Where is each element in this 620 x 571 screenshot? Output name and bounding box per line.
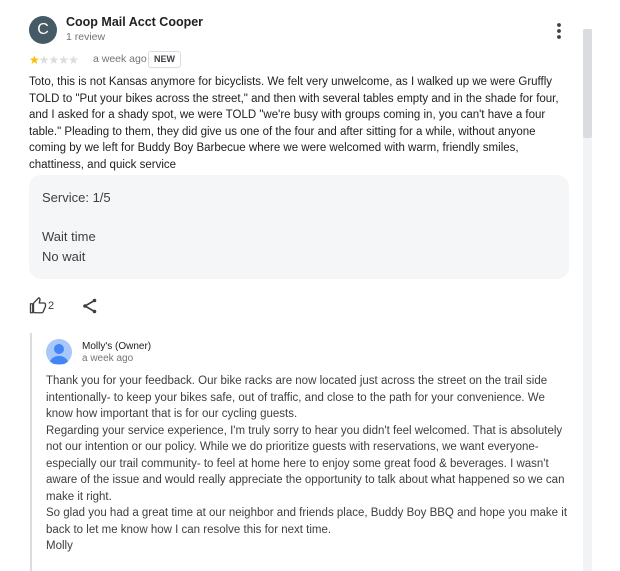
star-empty-icon: ★ — [48, 53, 60, 67]
wait-time-label: Wait time — [42, 229, 96, 244]
reviewer-name[interactable]: Coop Mail Acct Cooper — [66, 15, 203, 29]
share-button[interactable] — [81, 297, 99, 315]
owner-reply: Molly's (Owner) a week ago Thank you for… — [30, 333, 572, 571]
star-empty-icon: ★ — [38, 53, 50, 67]
owner-avatar — [46, 339, 72, 365]
more-vert-icon — [557, 23, 561, 39]
review-time: a week ago — [93, 53, 147, 65]
star-filled-icon: ★ — [29, 53, 40, 67]
star-empty-icon: ★ — [68, 53, 79, 67]
share-icon — [83, 298, 97, 314]
review-card: C Coop Mail Acct Cooper 1 review ★★★★★ a… — [0, 0, 620, 571]
more-options-button[interactable] — [549, 20, 569, 42]
reply-signature: Molly — [46, 540, 73, 552]
new-badge: NEW — [148, 51, 181, 68]
avatar[interactable]: C — [29, 16, 57, 44]
owner-reply-time: a week ago — [82, 353, 134, 364]
reply-paragraph: Thank you for your feedback. Our bike ra… — [46, 375, 548, 420]
like-count: 2 — [48, 300, 55, 312]
thumb-up-icon — [29, 297, 47, 314]
reply-paragraph: So glad you had a great time at our neig… — [46, 507, 568, 536]
review-text: Toto, this is not Kansas anymore for bic… — [29, 76, 559, 171]
like-button[interactable] — [29, 296, 59, 316]
service-rating: Service: 1/5 — [42, 190, 111, 205]
person-icon — [49, 344, 69, 364]
reply-paragraph: Regarding your service experience, I'm t… — [46, 424, 565, 503]
star-rating: ★★★★★ — [29, 53, 79, 67]
star-empty-icon: ★ — [58, 53, 69, 67]
owner-name: Molly's (Owner) — [82, 341, 152, 352]
reviewer-review-count: 1 review — [66, 31, 106, 43]
review-details: Service: 1/5 Wait time No wait — [29, 175, 569, 279]
wait-time-value: No wait — [42, 249, 86, 264]
scrollbar-thumb[interactable] — [583, 29, 592, 138]
owner-reply-text: Thank you for your feedback. Our bike ra… — [46, 373, 571, 555]
